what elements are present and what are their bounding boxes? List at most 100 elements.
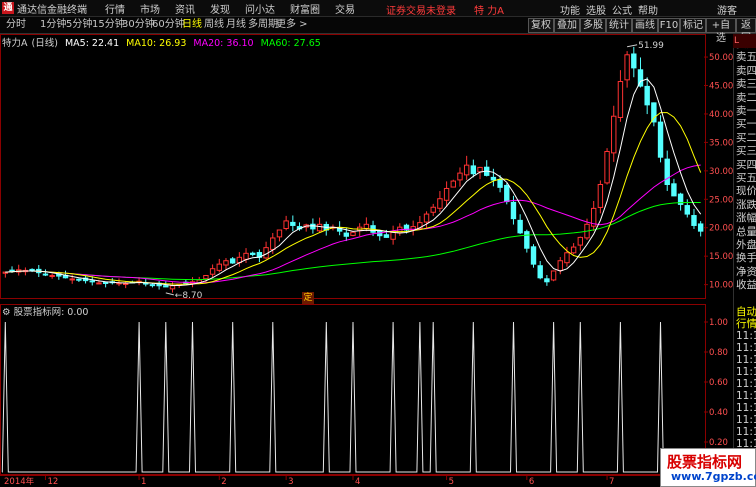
- candle-body: [169, 285, 176, 290]
- period-tick[interactable]: 分时: [6, 18, 26, 32]
- price-tick-label: 30.00: [709, 167, 733, 177]
- candle-body: [42, 273, 49, 276]
- menu-news[interactable]: 资讯: [175, 1, 195, 16]
- watermark-url: www.7gpzb.com: [671, 470, 756, 483]
- quote-panel-item: 换手: [736, 252, 756, 265]
- legend-ma5: MA5: 22.41: [64, 38, 120, 49]
- candle-body: [283, 220, 289, 230]
- multi-stock-button[interactable]: 多股: [580, 18, 606, 33]
- date-tick-label: 6: [529, 477, 534, 487]
- indicator-value: : 0.00: [61, 307, 89, 318]
- quote-panel-item: 总量: [736, 225, 756, 238]
- menu-help[interactable]: 帮助: [638, 2, 658, 17]
- indicator-line: [1, 321, 704, 473]
- guest-label[interactable]: 游客: [717, 2, 737, 17]
- back-button[interactable]: 返回: [736, 18, 756, 44]
- candle-body: [644, 85, 650, 106]
- menu-market[interactable]: 行情: [105, 1, 125, 16]
- candle-body: [149, 284, 156, 287]
- quote-panel-item: 卖二: [736, 91, 756, 104]
- candle-body: [684, 205, 690, 215]
- menu-market2[interactable]: 市场: [140, 1, 160, 16]
- menu-stock-select[interactable]: 选股: [586, 2, 606, 17]
- candle-body: [671, 183, 677, 197]
- menu-ask[interactable]: 问小达: [245, 1, 275, 16]
- candle-body: [550, 270, 557, 281]
- period-daily[interactable]: 日线: [182, 18, 202, 32]
- quote-panel-item: 买五: [736, 172, 756, 184]
- period-5min[interactable]: 5分钟: [66, 18, 92, 32]
- candle-body: [89, 280, 95, 283]
- period-monthly[interactable]: 月线: [226, 18, 246, 32]
- period-60min[interactable]: 60分钟: [152, 18, 185, 32]
- draw-line-button[interactable]: 画线: [632, 18, 658, 33]
- candle-body: [564, 252, 570, 264]
- candle-body: [664, 158, 670, 185]
- chart-grid: [0, 34, 706, 475]
- legend-stock: 特力A: [2, 38, 28, 49]
- stock-name: 特 力A: [474, 6, 505, 17]
- candle-body: [597, 183, 604, 208]
- menu-wealth[interactable]: 财富圈: [290, 1, 320, 16]
- app-logo-icon: 通: [2, 2, 14, 14]
- candle-body: [216, 263, 222, 271]
- menu-function[interactable]: 功能: [560, 2, 580, 17]
- candle-body: [691, 215, 697, 226]
- mark-button[interactable]: 标记: [680, 18, 706, 33]
- menu-formula[interactable]: 公式: [612, 2, 632, 17]
- candle-body: [524, 231, 530, 249]
- date-tick-label: 2014年: [4, 476, 35, 487]
- period-1min[interactable]: 1分钟: [40, 18, 66, 32]
- legend-ma60: MA60: 27.65: [260, 38, 321, 49]
- indicator-tick-label: 0.40: [709, 408, 728, 418]
- indicator-gear-icon[interactable]: ⚙: [2, 307, 11, 318]
- indicator-panel: [1, 321, 704, 473]
- candle-body: [657, 121, 664, 158]
- high-pointer: [627, 44, 638, 48]
- price-tick-label: 35.00: [709, 138, 733, 148]
- candle-body: [537, 265, 543, 279]
- price-axis: 50.00 45.00 40.00 35.00 30.00 25.00 20.00 15.00…: [704, 53, 733, 291]
- menu-trade[interactable]: 交易: [335, 1, 355, 16]
- marker-box[interactable]: 定: [302, 292, 314, 304]
- period-30min[interactable]: 30分钟: [122, 18, 155, 32]
- menu-discover[interactable]: 发现: [210, 1, 230, 16]
- quote-panel-item: 买一: [736, 118, 756, 131]
- overlay-button[interactable]: 叠加: [554, 18, 580, 33]
- add-favorite-button[interactable]: +自选: [706, 18, 736, 44]
- candle-body: [517, 219, 523, 234]
- candle-body: [570, 246, 577, 254]
- candle-body: [457, 172, 463, 181]
- candle-body: [624, 54, 630, 81]
- legend-period: (日线): [31, 38, 58, 49]
- date-tick-label: 12: [47, 477, 58, 487]
- statistics-button[interactable]: 统计: [606, 18, 632, 33]
- period-more[interactable]: 更多 >: [276, 18, 308, 32]
- date-tick-label: 1: [141, 477, 146, 487]
- panel-corner-label[interactable]: L: [733, 34, 756, 48]
- period-15min[interactable]: 15分钟: [92, 18, 125, 32]
- low-pointer: [165, 292, 174, 296]
- quote-panel-item: 卖一: [736, 105, 756, 117]
- period-weekly[interactable]: 周线: [204, 18, 224, 32]
- chart-area[interactable]: 51.99 ←8.70 50.00 45.00 40.00 35.00 30.00 25.0…: [0, 34, 733, 487]
- candle-body: [363, 223, 370, 229]
- date-tick-label: 2: [221, 477, 226, 487]
- f10-button[interactable]: F10: [658, 18, 680, 33]
- period-multi[interactable]: 多周期: [248, 18, 278, 32]
- candle-body: [203, 275, 209, 280]
- candle-body: [544, 278, 550, 283]
- trade-login-notice[interactable]: 证券交易未登录: [386, 2, 456, 17]
- quote-panel-item: 11:1: [736, 390, 756, 402]
- candle-body: [96, 282, 102, 285]
- date-tick-label: 4: [355, 477, 360, 487]
- quote-panel-item: 11:1: [736, 402, 756, 414]
- candle-body: [270, 237, 276, 250]
- candle-body: [510, 201, 517, 220]
- quote-panel-item: 外盘: [736, 239, 756, 251]
- quote-panel-item: 自动: [736, 306, 756, 318]
- candle-body: [223, 260, 229, 266]
- high-label: 51.99: [638, 41, 664, 51]
- adjust-button[interactable]: 复权: [528, 18, 554, 33]
- candle-body: [49, 275, 55, 278]
